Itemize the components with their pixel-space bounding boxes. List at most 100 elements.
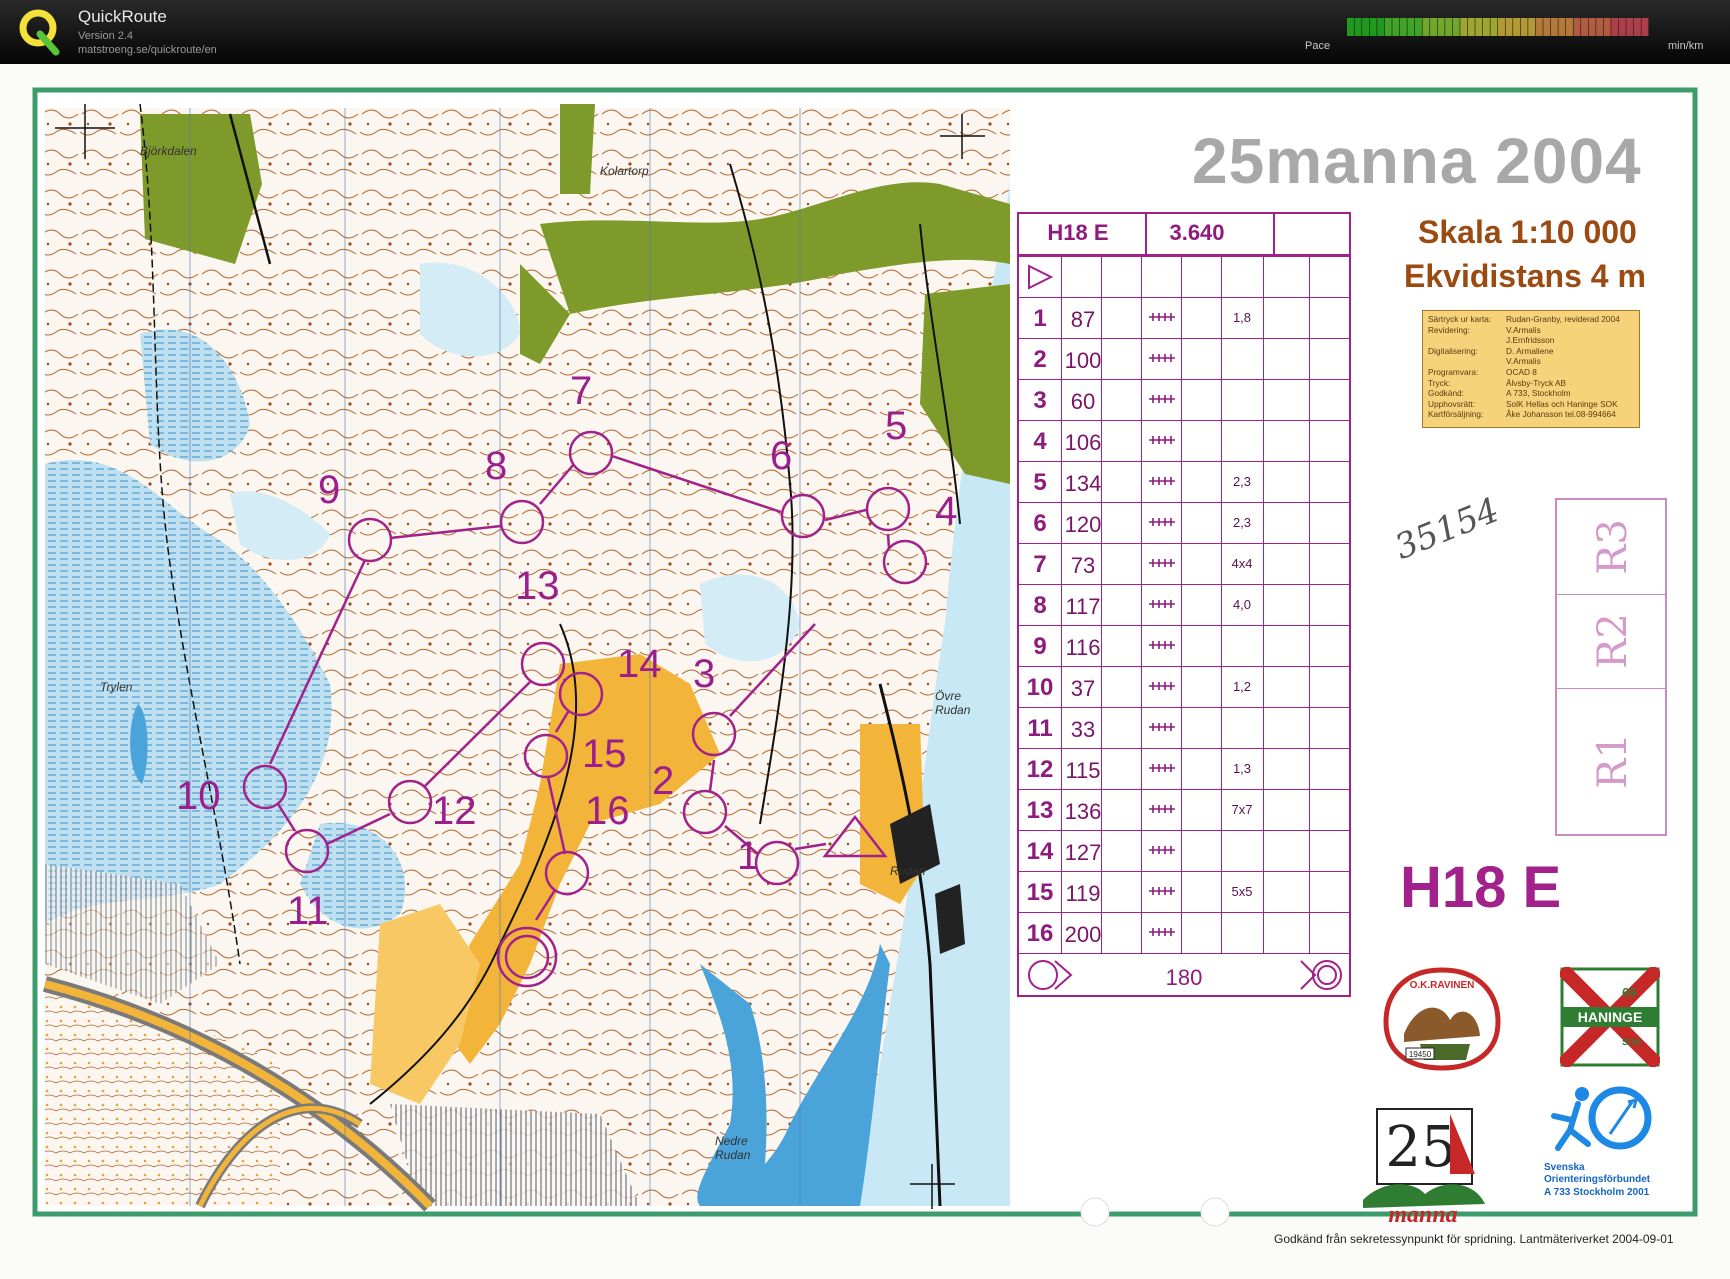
credit-value: J.Ernfridsson	[1506, 335, 1555, 346]
description-grid-line	[1019, 297, 1349, 298]
description-grid-line	[1019, 625, 1349, 626]
feature-symbol-icon	[1149, 477, 1175, 485]
place-name: Övre Rudan	[935, 689, 971, 717]
credit-value: A 733, Stockholm	[1506, 388, 1571, 399]
control-code: 127	[1064, 840, 1102, 865]
control-sequence-number: 12	[1026, 756, 1054, 783]
feature-symbol-icon	[1149, 764, 1175, 772]
description-grid-line	[1181, 256, 1182, 953]
feature-symbol-icon	[1149, 805, 1175, 813]
credit-value: SolK Hellas och Haninge SOK	[1506, 398, 1618, 409]
app-version: Version 2.4	[78, 30, 134, 42]
control-number-7: 7	[570, 369, 593, 413]
control-sequence-number: 5	[1033, 469, 1047, 496]
place-name: Rudan	[890, 864, 926, 878]
control-number-3: 3	[693, 652, 716, 696]
haninge-logo-icon: HANINGE 69 SOK	[1560, 967, 1660, 1067]
control-number-6: 6	[770, 434, 793, 478]
credit-value: OCAD 8	[1506, 366, 1537, 377]
control-dimension: 2,3	[1232, 515, 1252, 530]
control-code: 116	[1065, 635, 1101, 660]
pace-label: Pace	[1305, 40, 1331, 52]
haninge-sok: SOK	[1622, 1037, 1642, 1047]
credit-row: Tryck: Älvsby-Tryck AB	[1428, 378, 1634, 389]
control-number-2: 2	[652, 759, 675, 803]
place-name: Trylen	[100, 680, 133, 694]
description-grid-line	[1019, 666, 1349, 667]
control-number-5: 5	[885, 404, 908, 448]
sof-logo-icon: Svenska Orienteringsförbundet A 733 Stoc…	[1544, 1086, 1652, 1198]
footer-note: Godkänd från sekretessynpunkt för spridn…	[1274, 1232, 1674, 1246]
start-codes-box: R3 R2 R1	[1555, 498, 1667, 836]
description-class: H18 E	[1047, 220, 1109, 245]
control-sequence-number: 16	[1026, 920, 1054, 947]
description-grid-line	[1263, 256, 1264, 953]
map-credits: Särtryck ur karta: Rudan-Granby, revidera…	[1422, 310, 1640, 428]
control-number-14: 14	[617, 642, 662, 686]
credit-value: D. Armaliene	[1506, 345, 1554, 356]
description-grid-line	[1019, 584, 1349, 585]
event-title: 25manna 2004	[1192, 125, 1642, 197]
control-code: 33	[1070, 717, 1096, 742]
control-code: 87	[1070, 307, 1096, 332]
credit-key	[1428, 356, 1506, 367]
app-url[interactable]: matstroeng.se/quickroute/en	[78, 44, 217, 56]
credit-key	[1428, 335, 1506, 346]
map-scale: Skala 1:10 000	[1418, 214, 1637, 250]
description-grid-line	[1019, 789, 1349, 790]
control-sequence-number: 13	[1026, 797, 1054, 824]
description-grid-line	[1273, 214, 1275, 256]
credit-row: J.Ernfridsson	[1428, 335, 1634, 346]
credit-row: Digitalisering: D. Armaliene	[1428, 346, 1634, 357]
credit-row: Kartförsäljning: Åke Johansson tel.08-994…	[1428, 409, 1634, 420]
credit-key: Upphovsrätt:	[1428, 398, 1476, 409]
control-sequence-number: 15	[1026, 879, 1054, 906]
start-code-r3: R3	[1589, 519, 1636, 575]
control-sequence-number: 9	[1033, 633, 1047, 660]
control-number-1: 1	[737, 834, 760, 878]
contour-interval: Ekvidistans 4 m	[1404, 258, 1646, 294]
haninge-number: 69	[1622, 985, 1636, 1000]
app-title: QuickRoute	[78, 7, 167, 26]
credit-key: Kartförsäljning:	[1428, 409, 1484, 420]
control-number-9: 9	[318, 468, 341, 512]
quickroute-logo-icon	[19, 9, 60, 56]
description-grid-line	[1309, 256, 1310, 953]
control-code: 117	[1065, 594, 1101, 619]
credit-value: Älvsby-Tryck AB	[1506, 377, 1567, 388]
description-grid-line	[1019, 748, 1349, 749]
feature-symbol-icon	[1149, 682, 1175, 690]
feature-symbol-icon	[1149, 518, 1175, 526]
25manna-logo-icon: 25 manna	[1363, 1108, 1485, 1228]
credit-key: Programvara:	[1428, 366, 1479, 377]
credit-key: Digitalisering:	[1428, 345, 1478, 356]
credit-value: V.Armalis	[1506, 324, 1541, 335]
control-sequence-number: 7	[1033, 551, 1047, 578]
ravinen-text: O.K.RAVINEN	[1410, 980, 1475, 991]
feature-symbol-icon	[1149, 354, 1175, 362]
sof-line3: A 733 Stockholm 2001	[1544, 1187, 1650, 1198]
control-sequence-number: 1	[1033, 305, 1047, 332]
control-sequence-number: 14	[1026, 838, 1054, 865]
description-grid-line	[1141, 256, 1142, 953]
place-name: Björkdalen	[140, 144, 197, 158]
credit-value: Åke Johansson tel.08-994664	[1506, 409, 1616, 420]
credit-row: Upphovsrätt: SolK Hellas och Haninge SOK	[1428, 399, 1634, 410]
control-code: 106	[1064, 430, 1102, 455]
start-code-r1: R1	[1589, 733, 1636, 789]
control-number-16: 16	[585, 789, 630, 833]
control-dimension: 5x5	[1231, 884, 1253, 899]
place-name: Nedre Rudan	[715, 1134, 751, 1162]
control-sequence-number: 11	[1027, 715, 1053, 742]
control-sequence-number: 6	[1033, 510, 1047, 537]
control-sequence-number: 8	[1033, 592, 1047, 619]
place-name: Kolartorp	[600, 164, 649, 178]
control-number-8: 8	[485, 444, 508, 488]
start-code-r2: R2	[1589, 613, 1636, 669]
control-number-12: 12	[432, 789, 477, 833]
pace-color-scale	[1347, 18, 1649, 36]
control-sequence-number: 4	[1033, 428, 1047, 455]
credit-row: Programvara: OCAD 8	[1428, 367, 1634, 378]
description-grid-line	[1019, 707, 1349, 708]
orienteering-map[interactable]: 1 2 3 4 5 6 7 8 9 10 11 12 13 14 15 16 B…	[0, 64, 1730, 1279]
